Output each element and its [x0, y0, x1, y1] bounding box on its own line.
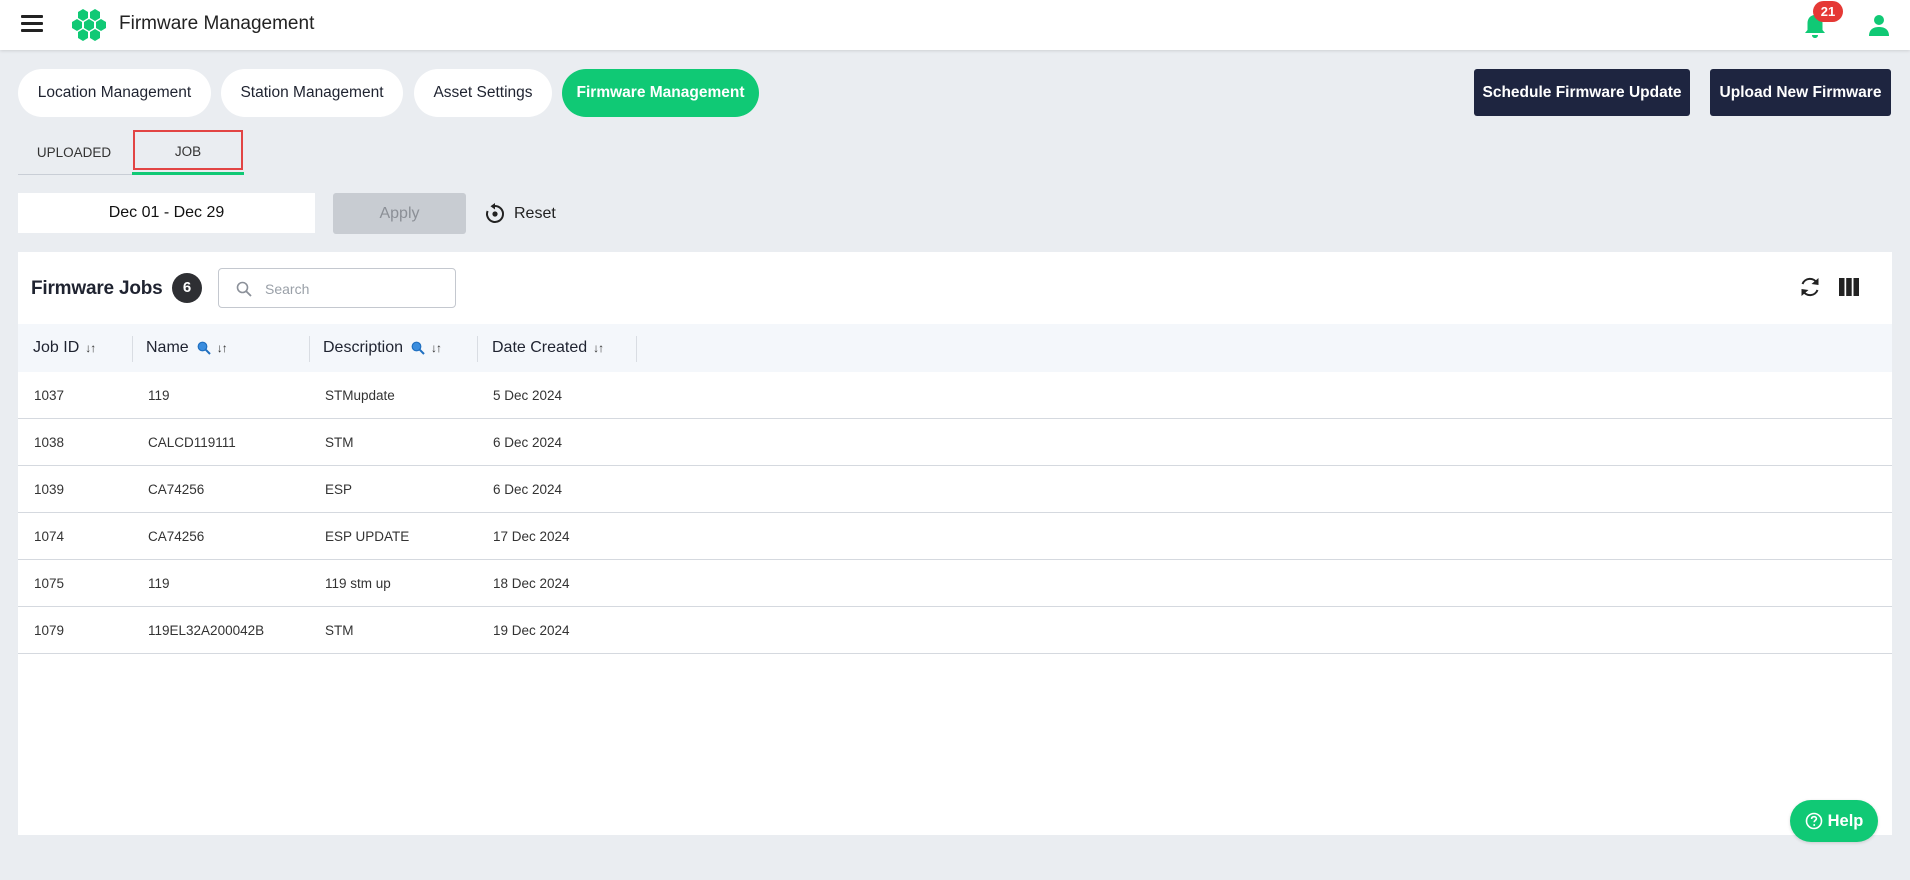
cell-description: ESP: [325, 482, 353, 497]
cell-date-created: 17 Dec 2024: [493, 529, 570, 544]
cell-description: 119 stm up: [325, 576, 391, 591]
cell-job-id: 1038: [34, 435, 65, 450]
col-date-created: Date Created ↓↑: [492, 324, 604, 372]
reset-icon: [486, 203, 504, 223]
cell-date-created: 18 Dec 2024: [493, 576, 570, 591]
tab-location-management[interactable]: Location Management: [18, 69, 211, 117]
app-title: Firmware Management: [119, 13, 315, 34]
column-search-icon[interactable]: [411, 341, 425, 355]
col-description: Description ↓↑: [323, 324, 442, 372]
help-button[interactable]: Help: [1790, 800, 1878, 842]
table-row[interactable]: 1079 119EL32A200042B STM 19 Dec 2024: [18, 607, 1892, 654]
tab-station-management[interactable]: Station Management: [221, 69, 403, 117]
table-header: Job ID ↓↑ Name ↓↑ Description ↓↑ Date Cr…: [18, 324, 1892, 372]
column-divider: [636, 336, 637, 362]
column-divider: [477, 336, 478, 362]
notification-badge: 21: [1813, 1, 1843, 22]
date-range-field[interactable]: Dec 01 - Dec 29: [18, 193, 315, 233]
question-circle-icon: [1805, 812, 1822, 830]
cell-name: CA74256: [148, 529, 205, 544]
sub-tabs: UPLOADED JOB: [18, 130, 244, 175]
cell-name: 119: [148, 576, 170, 591]
cell-description: STM: [325, 623, 354, 638]
col-name-label: Name: [146, 339, 189, 356]
schedule-firmware-update-button[interactable]: Schedule Firmware Update: [1474, 69, 1690, 116]
hamburger-menu-icon[interactable]: [21, 15, 43, 33]
cell-date-created: 6 Dec 2024: [493, 482, 563, 497]
cell-description: ESP UPDATE: [325, 529, 410, 544]
col-date-created-label: Date Created: [492, 339, 588, 356]
cell-description: STM: [325, 435, 354, 450]
cell-job-id: 1079: [34, 623, 65, 638]
search-input[interactable]: [265, 278, 445, 300]
table-row[interactable]: 1039 CA74256 ESP 6 Dec 2024: [18, 466, 1892, 513]
top-bar: Firmware Management 21: [0, 0, 1910, 50]
col-job-id: Job ID ↓↑: [33, 324, 96, 372]
cell-name: 119EL32A200042B: [148, 623, 265, 638]
sort-icon[interactable]: ↓↑: [593, 341, 604, 355]
app-logo: [72, 9, 106, 41]
cell-description: STMupdate: [325, 388, 395, 403]
table-row[interactable]: 1037 119 STMupdate 5 Dec 2024: [18, 372, 1892, 419]
col-job-id-label: Job ID: [33, 339, 80, 356]
help-label: Help: [1827, 811, 1864, 830]
sort-icon[interactable]: ↓↑: [431, 341, 442, 355]
column-divider: [132, 336, 133, 362]
cell-job-id: 1075: [34, 576, 65, 591]
search-icon: [236, 281, 252, 297]
count-badge: 6: [172, 273, 202, 303]
col-description-label: Description: [323, 339, 404, 356]
user-icon[interactable]: [1867, 13, 1891, 37]
cell-name: CA74256: [148, 482, 205, 497]
card-title: Firmware Jobs: [31, 278, 163, 299]
subtab-job[interactable]: JOB: [132, 130, 244, 175]
sort-icon[interactable]: ↓↑: [85, 341, 96, 355]
tab-asset-settings[interactable]: Asset Settings: [414, 69, 552, 117]
search-box[interactable]: [218, 268, 456, 308]
reset-label: Reset: [514, 205, 556, 222]
tab-firmware-management[interactable]: Firmware Management: [562, 69, 759, 117]
column-search-icon[interactable]: [197, 341, 211, 355]
cell-name: CALCD119111: [148, 435, 236, 450]
cell-date-created: 5 Dec 2024: [493, 388, 563, 403]
cell-name: 119: [148, 388, 170, 403]
upload-new-firmware-button[interactable]: Upload New Firmware: [1710, 69, 1891, 116]
col-name: Name ↓↑: [146, 324, 228, 372]
cell-date-created: 19 Dec 2024: [493, 623, 570, 638]
table-row[interactable]: 1038 CALCD119111 STM 6 Dec 2024: [18, 419, 1892, 466]
refresh-icon[interactable]: [1798, 275, 1822, 299]
table-row[interactable]: 1075 119 119 stm up 18 Dec 2024: [18, 560, 1892, 607]
columns-icon[interactable]: [1839, 278, 1859, 296]
firmware-jobs-card: Firmware Jobs 6 Job ID ↓↑ Name ↓↑: [18, 252, 1892, 835]
cell-job-id: 1074: [34, 529, 65, 544]
table-row[interactable]: 1074 CA74256 ESP UPDATE 17 Dec 2024: [18, 513, 1892, 560]
cell-job-id: 1037: [34, 388, 65, 403]
sort-icon[interactable]: ↓↑: [217, 341, 228, 355]
cell-date-created: 6 Dec 2024: [493, 435, 563, 450]
reset-button[interactable]: Reset: [484, 200, 556, 228]
subtab-uploaded[interactable]: UPLOADED: [18, 130, 130, 175]
cell-job-id: 1039: [34, 482, 65, 497]
apply-button[interactable]: Apply: [333, 193, 466, 234]
column-divider: [309, 336, 310, 362]
